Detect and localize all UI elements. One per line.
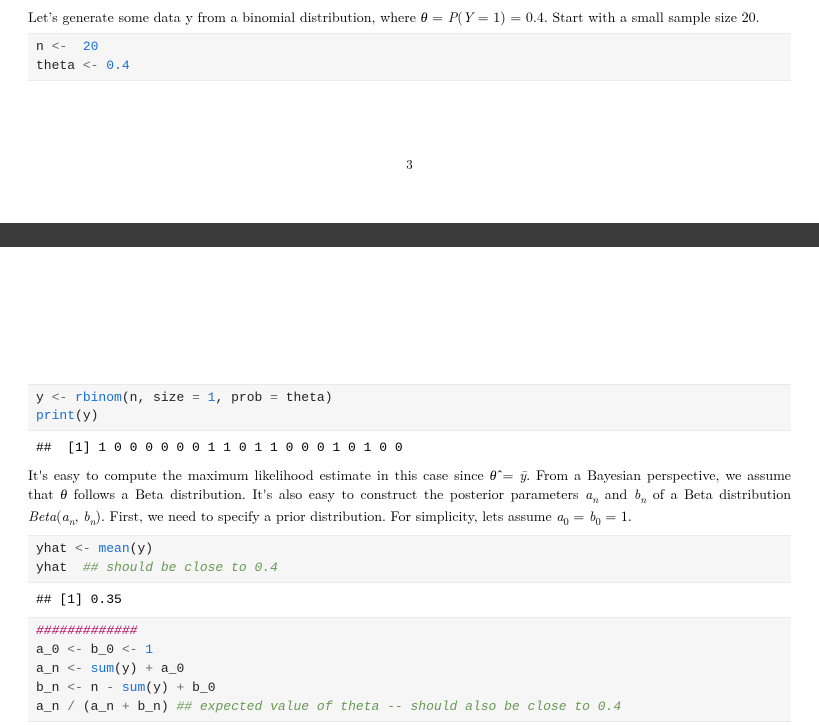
code-line-yhat-assign: yhat <- mean(y) [36,541,153,556]
code-line-an: a_n <- sum(y) + a_0 [36,661,184,676]
code-line-1: n <- 20 [36,39,98,54]
code-block-yhat: yhat <- mean(y) yhat ## should be close … [28,535,791,583]
code-line-a0b0: a_0 <- b_0 <- 1 [36,642,153,657]
output-y-vector: ## [1] 1 0 0 0 0 0 0 1 1 0 1 1 0 0 0 1 0… [28,439,791,458]
code-hash-divider: ############# [36,623,137,638]
code-line-yhat-show: yhat ## should be close to 0.4 [36,560,278,575]
code-line-y: y <- rbinom(n, size = 1, prob = theta) [36,390,333,405]
page-number: 3 [28,84,791,223]
page-break-dark [0,223,819,247]
code-block-setup: n <- 20 theta <- 0.4 [28,33,791,81]
page-2: y <- rbinom(n, size = 1, prob = theta) p… [0,375,819,722]
code-line-expected: a_n / (a_n + b_n) ## expected value of t… [36,699,621,714]
page-1: Let’s generate some data y from a binomi… [0,0,819,223]
code-block-posterior: ############# a_0 <- b_0 <- 1 a_n <- sum… [28,617,791,721]
mle-paragraph: It's easy to compute the maximum likelih… [28,466,791,529]
intro-paragraph: Let’s generate some data y from a binomi… [28,8,791,27]
code-line-2: theta <- 0.4 [36,58,130,73]
page-break-white [0,247,819,375]
code-line-print: print(y) [36,408,98,423]
code-block-rbinom: y <- rbinom(n, size = 1, prob = theta) p… [28,384,791,432]
code-line-bn: b_n <- n - sum(y) + b_0 [36,680,216,695]
output-yhat: ## [1] 0.35 [28,591,791,610]
